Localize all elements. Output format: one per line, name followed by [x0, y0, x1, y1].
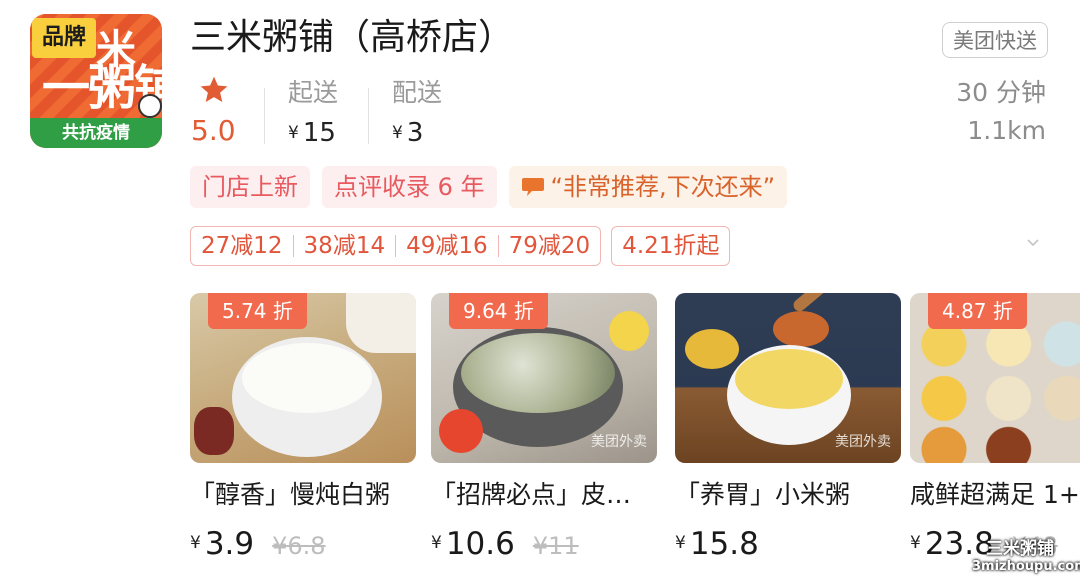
discount-promo[interactable]: 4.21折起	[611, 226, 731, 266]
min-order-amount: 15	[302, 118, 336, 148]
stat-divider	[368, 88, 369, 144]
delivery-badge: 美团快送	[942, 22, 1048, 58]
full-reduction-promos[interactable]: 27减12 38减14 49减16 79减20	[190, 226, 602, 266]
original-price: ¥11	[532, 532, 579, 560]
jujube-image	[194, 407, 234, 455]
product-image[interactable]: 4.87 折	[910, 293, 1080, 463]
product-image[interactable]: 美团外卖	[675, 293, 901, 463]
shop-name[interactable]: 三米粥铺（高桥店）	[190, 12, 514, 64]
product-card[interactable]: 4.87 折 咸鲜超满足 1+ ¥23.8 ¥48	[910, 293, 1080, 565]
mascot-image	[439, 409, 483, 453]
promo-item: 38减14	[303, 233, 386, 259]
current-price: 3.9	[204, 526, 255, 562]
product-name[interactable]: 「养胃」小米粥	[675, 477, 901, 513]
product-price: ¥10.6 ¥11	[431, 521, 657, 565]
tag-review-quote[interactable]: “非常推荐,下次还来”	[508, 166, 788, 208]
site-watermark-url: 3mizhoupu.com	[972, 559, 1080, 574]
site-watermark: 三米粥铺 3mizhoupu.com	[972, 539, 1080, 576]
rice-sack-image	[346, 293, 416, 353]
currency-symbol: ¥	[675, 533, 686, 553]
spoon-image	[791, 293, 861, 314]
millet-plate-image	[685, 329, 739, 369]
review-quote-text: “非常推荐,下次还来”	[550, 173, 776, 201]
product-card[interactable]: 美团外卖 「养胃」小米粥 ¥15.8	[675, 293, 901, 565]
porridge-image	[242, 343, 372, 413]
porridge-image	[461, 333, 615, 413]
product-card[interactable]: 5.74 折 「醇香」慢炖白粥 ¥3.9 ¥6.8	[190, 293, 416, 565]
tag-reviewed-years: 点评收录 6 年	[322, 166, 497, 208]
discount-tag: 9.64 折	[449, 293, 548, 329]
product-price: ¥15.8	[675, 521, 901, 565]
side-dish-image	[773, 311, 829, 347]
rating-star-icon	[200, 76, 228, 102]
distance: 1.1km	[967, 116, 1046, 145]
chevron-down-icon[interactable]	[1026, 236, 1040, 250]
logo-mascot-icon	[138, 94, 162, 118]
delivery-fee-value: ¥3	[392, 116, 423, 150]
discount-tag: 4.87 折	[928, 293, 1027, 329]
product-name[interactable]: 「招牌必点」皮…	[431, 477, 657, 513]
min-order-label: 起送	[288, 78, 339, 107]
discount-tag: 5.74 折	[208, 293, 307, 329]
delivery-fee-amount: 3	[406, 118, 424, 148]
porridge-image	[735, 349, 843, 409]
logo-slogan: 共抗疫情	[30, 118, 162, 148]
min-order-value: ¥15	[288, 116, 336, 150]
stat-divider	[264, 88, 265, 144]
rating-value: 5.0	[191, 114, 236, 147]
delivery-time: 30 分钟	[956, 78, 1046, 107]
promotions[interactable]: 27减12 38减14 49减16 79减20 4.21折起	[190, 226, 731, 266]
product-price: ¥3.9 ¥6.8	[190, 521, 416, 565]
promo-item: 79减20	[508, 233, 591, 259]
signature-badge-icon	[609, 311, 649, 351]
discount-promo-text: 4.21折起	[622, 233, 720, 259]
original-price: ¥6.8	[272, 532, 326, 560]
product-name[interactable]: 咸鲜超满足 1+	[910, 477, 1080, 513]
currency-symbol: ¥	[392, 123, 403, 143]
current-price: 10.6	[445, 526, 515, 562]
currency-symbol: ¥	[288, 123, 299, 143]
current-price: 15.8	[689, 526, 759, 562]
product-image[interactable]: 5.74 折	[190, 293, 416, 463]
currency-symbol: ¥	[910, 533, 921, 553]
shop-logo: 品牌 米 一粥铺 共抗疫情	[30, 14, 162, 148]
delivery-fee-label: 配送	[392, 78, 443, 107]
product-card[interactable]: 美团外卖 9.64 折 「招牌必点」皮… ¥10.6 ¥11	[431, 293, 657, 565]
shop-tags: 门店上新 点评收录 6 年 “非常推荐,下次还来”	[190, 166, 788, 208]
watermark: 美团外卖	[835, 434, 891, 450]
currency-symbol: ¥	[190, 533, 201, 553]
watermark: 美团外卖	[591, 434, 647, 450]
promo-item: 49减16	[406, 233, 488, 259]
logo-brand-tag: 品牌	[32, 18, 96, 58]
product-name[interactable]: 「醇香」慢炖白粥	[190, 477, 416, 513]
product-image[interactable]: 美团外卖 9.64 折	[431, 293, 657, 463]
tag-new-items: 门店上新	[190, 166, 310, 208]
currency-symbol: ¥	[431, 533, 442, 553]
site-watermark-name: 三米粥铺	[986, 539, 1054, 559]
promo-item: 27减12	[201, 233, 283, 259]
speech-bubble-icon	[521, 178, 544, 196]
